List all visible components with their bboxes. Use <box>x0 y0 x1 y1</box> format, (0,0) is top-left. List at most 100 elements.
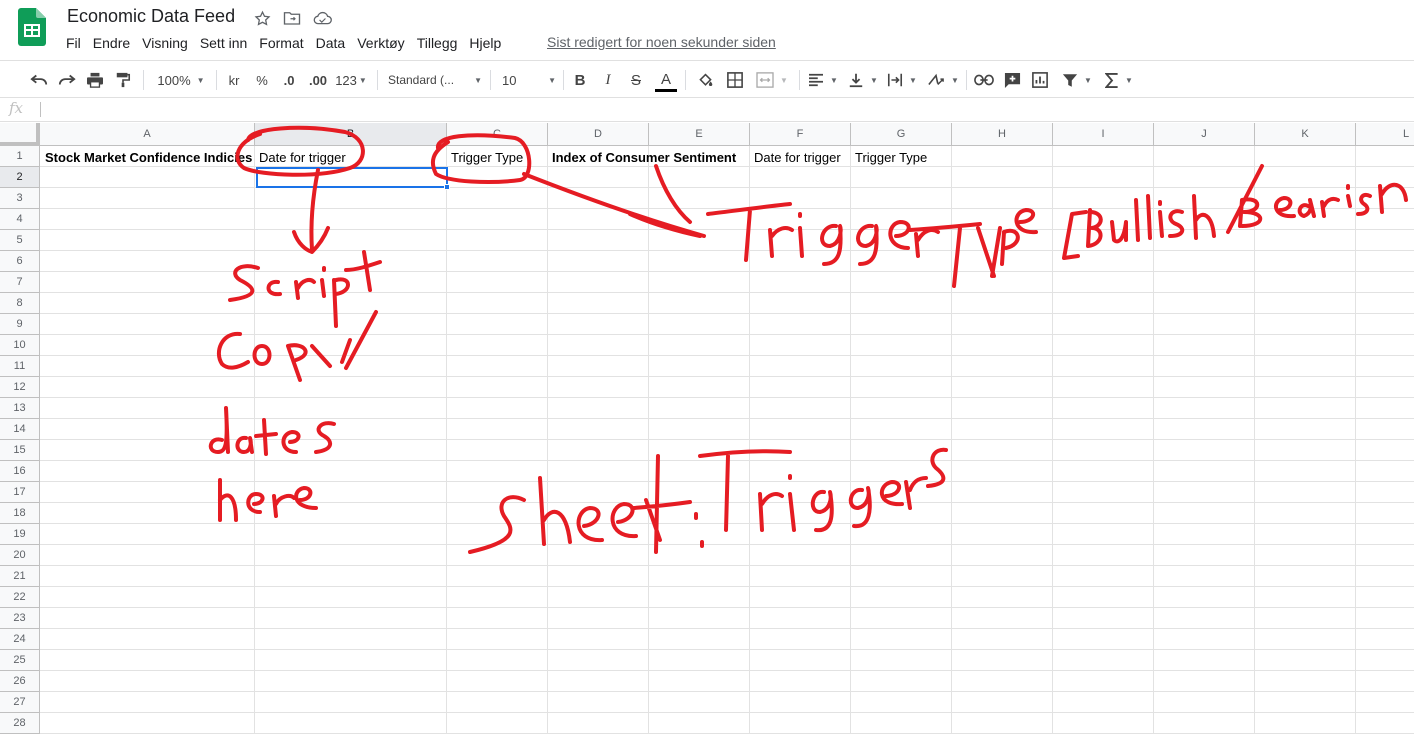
row-header-1[interactable]: 1 <box>0 146 40 167</box>
sheets-logo-icon[interactable] <box>18 8 46 46</box>
star-icon[interactable] <box>252 9 272 27</box>
row-header-22[interactable]: 22 <box>0 587 40 608</box>
menu-addons[interactable]: Tillegg <box>411 33 464 53</box>
increase-decimal-label: .00 <box>308 72 328 88</box>
row-header-15[interactable]: 15 <box>0 440 40 461</box>
undo-icon[interactable] <box>28 61 50 99</box>
column-header-B[interactable]: B <box>255 123 447 146</box>
cell-B1[interactable]: Date for trigger <box>255 147 346 168</box>
more-formats-button[interactable]: 123 ▼ <box>333 61 369 99</box>
column-header-H[interactable]: H <box>952 123 1053 146</box>
font-family-value: Standard (... <box>388 73 455 87</box>
row-header-19[interactable]: 19 <box>0 524 40 545</box>
row-header-27[interactable]: 27 <box>0 692 40 713</box>
zoom-select[interactable]: 100% ▼ <box>152 61 210 99</box>
select-all-corner[interactable] <box>0 123 40 146</box>
insert-link-icon[interactable] <box>973 61 995 99</box>
row-header-13[interactable]: 13 <box>0 398 40 419</box>
column-header-C[interactable]: C <box>447 123 548 146</box>
fill-color-icon[interactable] <box>694 61 716 99</box>
row-header-16[interactable]: 16 <box>0 461 40 482</box>
currency-format-button[interactable]: kr <box>224 61 244 99</box>
menu-insert[interactable]: Sett inn <box>194 33 253 53</box>
formula-divider <box>40 102 41 117</box>
caret-down-icon: ▼ <box>909 75 917 85</box>
menu-format[interactable]: Format <box>253 33 309 53</box>
menu-data[interactable]: Data <box>310 33 352 53</box>
document-title[interactable]: Economic Data Feed <box>67 6 235 27</box>
cell-D1[interactable]: Index of Consumer Sentiment <box>548 147 736 168</box>
row-header-5[interactable]: 5 <box>0 230 40 251</box>
text-color-glyph: A <box>660 71 671 88</box>
cell-gridlines <box>40 146 1414 734</box>
row-header-21[interactable]: 21 <box>0 566 40 587</box>
percent-format-button[interactable]: % <box>252 61 272 99</box>
column-header-A[interactable]: A <box>40 123 255 146</box>
row-header-26[interactable]: 26 <box>0 671 40 692</box>
row-header-17[interactable]: 17 <box>0 482 40 503</box>
menu-edit[interactable]: Endre <box>87 33 136 53</box>
redo-icon[interactable] <box>56 61 78 99</box>
cell-G1[interactable]: Trigger Type <box>851 147 927 168</box>
column-header-F[interactable]: F <box>750 123 851 146</box>
cell-F1[interactable]: Date for trigger <box>750 147 841 168</box>
column-header-L[interactable]: L <box>1356 123 1414 146</box>
row-header-8[interactable]: 8 <box>0 293 40 314</box>
text-rotation-icon[interactable]: ▼ <box>926 61 960 99</box>
row-header-11[interactable]: 11 <box>0 356 40 377</box>
text-wrapping-icon[interactable]: ▼ <box>885 61 919 99</box>
row-header-9[interactable]: 9 <box>0 314 40 335</box>
row-header-6[interactable]: 6 <box>0 251 40 272</box>
column-header-D[interactable]: D <box>548 123 649 146</box>
text-color-button[interactable]: A <box>654 61 678 99</box>
paint-format-icon[interactable] <box>112 61 134 99</box>
row-header-20[interactable]: 20 <box>0 545 40 566</box>
decrease-decimal-button[interactable]: .0 <box>278 61 300 99</box>
row-header-7[interactable]: 7 <box>0 272 40 293</box>
column-header-I[interactable]: I <box>1053 123 1154 146</box>
column-header-K[interactable]: K <box>1255 123 1356 146</box>
functions-icon[interactable]: ▼ <box>1102 61 1136 99</box>
column-header-J[interactable]: J <box>1154 123 1255 146</box>
filter-icon[interactable]: ▼ <box>1058 61 1096 99</box>
menu-view[interactable]: Visning <box>136 33 194 53</box>
strikethrough-button[interactable]: S <box>626 61 646 99</box>
cloud-status-icon[interactable] <box>312 9 332 27</box>
row-header-18[interactable]: 18 <box>0 503 40 524</box>
caret-down-icon: ▼ <box>870 75 878 85</box>
row-header-3[interactable]: 3 <box>0 188 40 209</box>
font-size-select[interactable]: 10 ▼ <box>502 61 556 99</box>
last-edit-link[interactable]: Sist redigert for noen sekunder siden <box>547 34 776 50</box>
cell-C1[interactable]: Trigger Type <box>447 147 523 168</box>
row-header-24[interactable]: 24 <box>0 629 40 650</box>
row-header-2[interactable]: 2 <box>0 167 40 188</box>
horizontal-align-icon[interactable]: ▼ <box>806 61 840 99</box>
column-header-E[interactable]: E <box>649 123 750 146</box>
fill-handle[interactable] <box>444 184 450 190</box>
row-header-23[interactable]: 23 <box>0 608 40 629</box>
caret-down-icon: ▼ <box>780 75 788 85</box>
row-header-25[interactable]: 25 <box>0 650 40 671</box>
vertical-align-icon[interactable]: ▼ <box>846 61 880 99</box>
selected-cell-B2[interactable] <box>256 167 448 188</box>
menu-tools[interactable]: Verktøy <box>351 33 410 53</box>
row-header-12[interactable]: 12 <box>0 377 40 398</box>
column-header-G[interactable]: G <box>851 123 952 146</box>
bold-button[interactable]: B <box>570 61 590 99</box>
row-header-28[interactable]: 28 <box>0 713 40 734</box>
merge-cells-icon[interactable]: ▼ <box>754 61 790 99</box>
menu-file[interactable]: Fil <box>60 33 87 53</box>
row-header-4[interactable]: 4 <box>0 209 40 230</box>
menu-help[interactable]: Hjelp <box>463 33 507 53</box>
borders-icon[interactable] <box>724 61 746 99</box>
print-icon[interactable] <box>84 61 106 99</box>
move-folder-icon[interactable] <box>282 9 302 27</box>
insert-comment-icon[interactable] <box>1001 61 1023 99</box>
cell-A1[interactable]: Stock Market Confidence Indicies <box>41 147 252 168</box>
increase-decimal-button[interactable]: .00 <box>305 61 331 99</box>
insert-chart-icon[interactable] <box>1029 61 1051 99</box>
row-header-10[interactable]: 10 <box>0 335 40 356</box>
row-header-14[interactable]: 14 <box>0 419 40 440</box>
italic-button[interactable]: I <box>598 61 618 99</box>
font-family-select[interactable]: Standard (... ▼ <box>388 61 482 99</box>
